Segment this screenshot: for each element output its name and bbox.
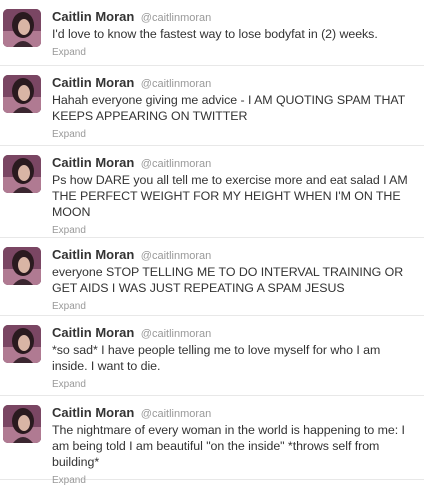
- author-handle[interactable]: @caitlinmoran: [141, 328, 211, 340]
- tweet[interactable]: Caitlin Moran @caitlinmoran The nightmar…: [0, 396, 424, 486]
- author-handle[interactable]: @caitlinmoran: [141, 250, 211, 262]
- avatar-photo: [3, 247, 41, 285]
- avatar-photo: [3, 405, 41, 443]
- tweet-text: Hahah everyone giving me advice - I AM Q…: [52, 93, 405, 123]
- expand-link[interactable]: Expand: [52, 224, 86, 238]
- tweet[interactable]: Caitlin Moran @caitlinmoran I'd love to …: [0, 0, 424, 66]
- avatar[interactable]: [3, 247, 41, 285]
- tweet-text: Ps how DARE you all tell me to exercise …: [52, 173, 408, 219]
- tweet[interactable]: Caitlin Moran @caitlinmoran Hahah everyo…: [0, 66, 424, 146]
- author-name[interactable]: Caitlin Moran: [52, 247, 134, 262]
- expand-link[interactable]: Expand: [52, 474, 86, 488]
- author-handle[interactable]: @caitlinmoran: [141, 12, 211, 24]
- author-name[interactable]: Caitlin Moran: [52, 75, 134, 90]
- author-name[interactable]: Caitlin Moran: [52, 325, 134, 340]
- author-name[interactable]: Caitlin Moran: [52, 405, 134, 420]
- tweet-text: *so sad* I have people telling me to lov…: [52, 343, 381, 373]
- tweet-text: everyone STOP TELLING ME TO DO INTERVAL …: [52, 265, 404, 295]
- tweet[interactable]: Caitlin Moran @caitlinmoran *so sad* I h…: [0, 316, 424, 396]
- avatar[interactable]: [3, 405, 41, 443]
- expand-link[interactable]: Expand: [52, 46, 86, 60]
- tweet-timeline: Caitlin Moran @caitlinmoran I'd love to …: [0, 0, 424, 486]
- author-handle[interactable]: @caitlinmoran: [141, 408, 211, 420]
- avatar[interactable]: [3, 75, 41, 113]
- avatar-photo: [3, 75, 41, 113]
- author-handle[interactable]: @caitlinmoran: [141, 158, 211, 170]
- author-handle[interactable]: @caitlinmoran: [141, 78, 211, 90]
- author-name[interactable]: Caitlin Moran: [52, 155, 134, 170]
- expand-link[interactable]: Expand: [52, 378, 86, 392]
- expand-link[interactable]: Expand: [52, 128, 86, 142]
- avatar-photo: [3, 155, 41, 193]
- avatar[interactable]: [3, 325, 41, 363]
- tweet-text: I'd love to know the fastest way to lose…: [52, 27, 378, 41]
- tweet[interactable]: Caitlin Moran @caitlinmoran Ps how DARE …: [0, 146, 424, 238]
- tweet-text: The nightmare of every woman in the worl…: [52, 423, 405, 469]
- tweet[interactable]: Caitlin Moran @caitlinmoran everyone STO…: [0, 238, 424, 316]
- avatar-photo: [3, 325, 41, 363]
- author-name[interactable]: Caitlin Moran: [52, 9, 134, 24]
- avatar[interactable]: [3, 9, 41, 47]
- avatar[interactable]: [3, 155, 41, 193]
- avatar-photo: [3, 9, 41, 47]
- expand-link[interactable]: Expand: [52, 300, 86, 314]
